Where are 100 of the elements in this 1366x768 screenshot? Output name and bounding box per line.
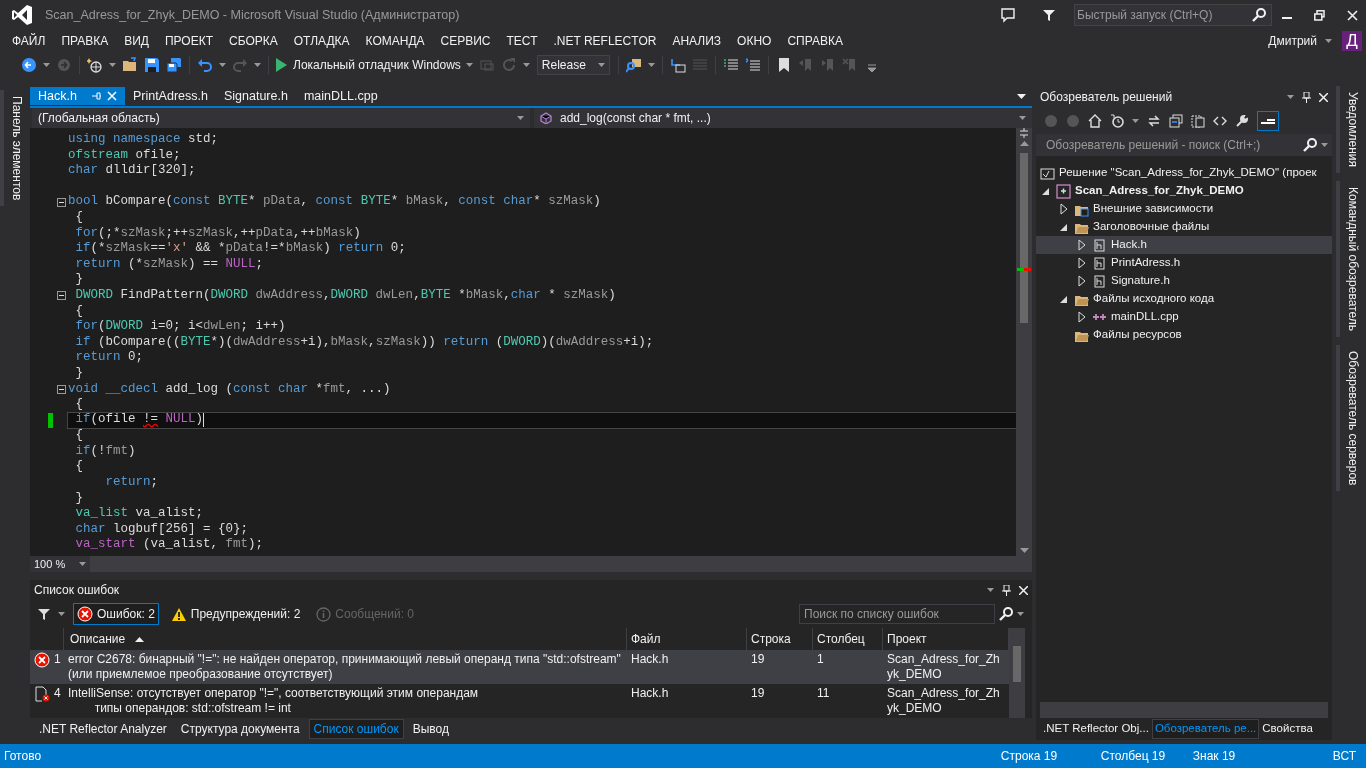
caret-icon[interactable]: [1017, 612, 1024, 616]
menu-item[interactable]: .NET REFLECTOR: [545, 32, 665, 50]
find-in-files-icon[interactable]: [625, 57, 642, 73]
horizontal-scrollbar[interactable]: [1040, 702, 1328, 718]
caret-icon[interactable]: [465, 63, 473, 67]
quick-launch-field[interactable]: Быстрый запуск (Ctrl+Q): [1074, 4, 1272, 26]
feedback-icon[interactable]: [1000, 7, 1016, 23]
close-icon[interactable]: [1347, 9, 1358, 21]
sync-icon[interactable]: [1147, 114, 1161, 128]
collapsed-arrow-icon[interactable]: [1058, 203, 1070, 215]
save-icon[interactable]: [144, 57, 160, 73]
scope-dropdown[interactable]: (Глобальная область): [32, 108, 530, 128]
scrollbar[interactable]: [1009, 628, 1025, 718]
scroll-down-icon[interactable]: [1019, 548, 1029, 553]
comment-icon[interactable]: [722, 57, 739, 73]
preview-toggle[interactable]: [1257, 111, 1279, 131]
tree-item[interactable]: Файлы ресурсов: [1093, 326, 1182, 344]
new-project-icon[interactable]: [87, 57, 103, 73]
caret-icon[interactable]: [109, 63, 116, 67]
filter-toggle[interactable]: Ошибок: 2: [73, 603, 159, 625]
side-panel-tab[interactable]: Обозреватель серверов: [1336, 345, 1366, 492]
step-into-icon[interactable]: [669, 57, 686, 73]
search-icon[interactable]: [1303, 138, 1317, 152]
panel-tab[interactable]: Вывод: [407, 719, 454, 739]
collapsed-arrow-icon[interactable]: [1076, 239, 1088, 251]
tab-list-icon[interactable]: [1017, 93, 1026, 99]
filter-icon[interactable]: [38, 608, 50, 620]
pin-icon[interactable]: [1002, 584, 1011, 596]
close-icon[interactable]: [1319, 92, 1328, 102]
menu-item[interactable]: СПРАВКА: [779, 32, 851, 50]
panel-tab[interactable]: Обозреватель ре...: [1151, 719, 1260, 739]
close-icon[interactable]: [1019, 585, 1028, 595]
panel-tab[interactable]: Свойства: [1259, 719, 1316, 739]
caret-icon[interactable]: [254, 63, 261, 67]
panel-tab[interactable]: .NET Reflector Analyzer: [34, 719, 172, 739]
menu-item[interactable]: КОМАНДА: [357, 32, 433, 50]
collapse-icon[interactable]: [56, 291, 66, 301]
document-tab[interactable]: PrintAdress.h: [124, 86, 216, 106]
tree-item[interactable]: Заголовочные файлы: [1093, 218, 1210, 236]
panel-tab[interactable]: Структура документа: [175, 719, 305, 739]
code-icon[interactable]: [1213, 114, 1227, 128]
caret-icon[interactable]: [43, 63, 50, 67]
filter-icon[interactable]: [1042, 8, 1056, 22]
side-panel-tab[interactable]: Командный обозреватель: [1336, 181, 1366, 337]
menu-item[interactable]: ОТЛАДКА: [285, 32, 358, 50]
tree-item[interactable]: Решение "Scan_Adress_for_Zhyk_DEMO" (проек: [1059, 164, 1317, 182]
avatar[interactable]: Д: [1342, 31, 1362, 51]
search-field[interactable]: Обозреватель решений - поиск (Ctrl+;): [1036, 134, 1332, 156]
scrollbar-thumb[interactable]: [1020, 153, 1028, 323]
panel-menu-icon[interactable]: [1287, 95, 1294, 99]
collapse-icon[interactable]: [56, 197, 66, 207]
collapsed-arrow-icon[interactable]: [1076, 311, 1088, 323]
tree-item[interactable]: Scan_Adress_for_Zhyk_DEMO: [1075, 182, 1244, 200]
tree-item[interactable]: mainDLL.cpp: [1111, 308, 1179, 326]
horizontal-scrollbar[interactable]: [90, 556, 1032, 572]
tree-item[interactable]: Hack.h: [1111, 236, 1147, 254]
tree-item[interactable]: PrintAdress.h: [1111, 254, 1181, 272]
document-tab[interactable]: Signature.h: [215, 86, 296, 106]
tree-item[interactable]: Внешние зависимости: [1093, 200, 1214, 218]
menu-item[interactable]: ФАЙЛ: [4, 32, 54, 50]
user-name[interactable]: Дмитрий: [1268, 32, 1317, 50]
start-debugging-button[interactable]: Локальный отладчик Windows: [273, 56, 463, 74]
panel-menu-icon[interactable]: [987, 588, 994, 592]
member-dropdown[interactable]: add_log(const char * fmt, ...): [534, 108, 1032, 128]
split-icon[interactable]: [1019, 128, 1029, 138]
uncomment-icon[interactable]: [744, 57, 761, 73]
menu-item[interactable]: ОКНО: [729, 32, 780, 50]
search-icon[interactable]: [999, 607, 1013, 621]
caret-icon[interactable]: [58, 612, 65, 616]
panel-tab[interactable]: .NET Reflector Obj...: [1040, 719, 1152, 739]
caret-icon[interactable]: [1325, 39, 1332, 43]
caret-icon[interactable]: [647, 63, 655, 67]
restore-icon[interactable]: [1314, 9, 1325, 21]
menu-item[interactable]: СЕРВИС: [432, 32, 499, 50]
tree-item[interactable]: Signature.h: [1111, 272, 1170, 290]
undo-icon[interactable]: [197, 57, 213, 73]
properties-icon[interactable]: [1235, 114, 1249, 128]
show-all-files-icon[interactable]: [1191, 114, 1205, 128]
side-panel-tab[interactable]: Уведомления: [1336, 86, 1366, 174]
history-icon[interactable]: [1110, 114, 1124, 128]
filter-toggle[interactable]: Предупреждений: 2: [166, 603, 305, 625]
collapse-icon[interactable]: [56, 384, 66, 394]
collapsed-arrow-icon[interactable]: [1076, 275, 1088, 287]
open-folder-icon[interactable]: [122, 57, 138, 73]
search-field[interactable]: Поиск по списку ошибок: [799, 604, 995, 624]
pin-icon[interactable]: [1302, 91, 1311, 103]
back-icon[interactable]: [21, 57, 37, 73]
menu-item[interactable]: СБОРКА: [221, 32, 286, 50]
menu-item[interactable]: АНАЛИЗ: [664, 32, 730, 50]
caret-icon[interactable]: [219, 63, 226, 67]
collapsed-arrow-icon[interactable]: [1076, 257, 1088, 269]
configuration-dropdown[interactable]: Release: [536, 55, 610, 75]
menu-item[interactable]: ПРАВКА: [53, 32, 117, 50]
home-icon[interactable]: [1088, 114, 1102, 128]
caret-icon[interactable]: [1132, 119, 1139, 123]
caret-icon[interactable]: [522, 63, 530, 67]
panel-tab[interactable]: Список ошибок: [308, 719, 404, 739]
menu-item[interactable]: ПРОЕКТ: [156, 32, 221, 50]
save-all-icon[interactable]: [166, 57, 182, 73]
caret-icon[interactable]: [1321, 143, 1328, 147]
